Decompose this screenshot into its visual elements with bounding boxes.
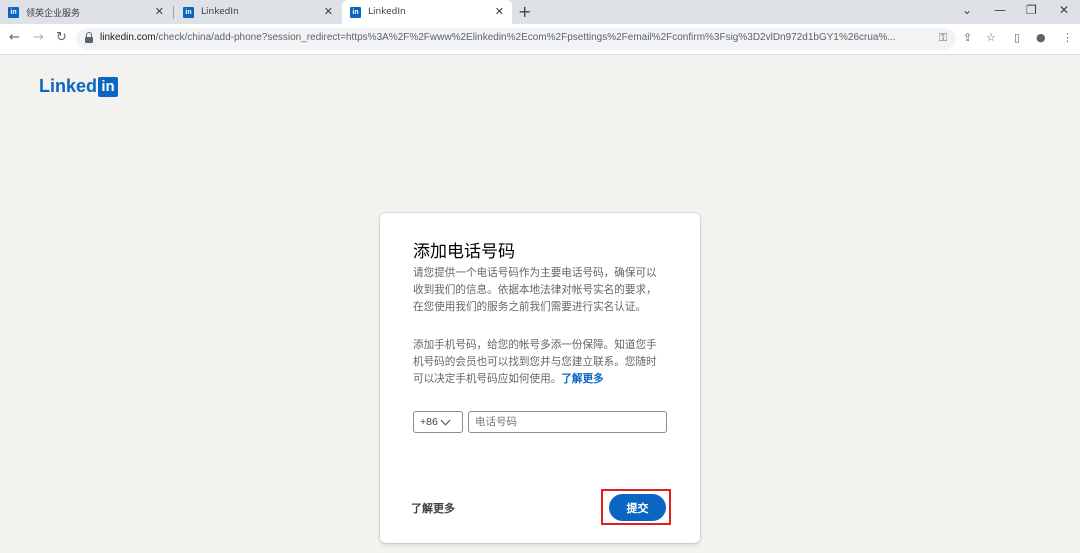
tab-linkedin-active[interactable]: in LinkedIn ✕ [342, 0, 512, 24]
tab-linkedin-1[interactable]: in LinkedIn ✕ [175, 0, 341, 24]
tab-strip: in 领英企业服务 ✕ in LinkedIn ✕ in LinkedIn ✕ … [0, 0, 1080, 24]
tab-title: LinkedIn [368, 7, 406, 17]
key-icon[interactable]: ⚿ [939, 31, 947, 45]
logo-text: Linked [39, 76, 98, 96]
submit-button[interactable]: 提交 [609, 494, 666, 521]
description-real-name: 请您提供一个电话号码作为主要电话号码，确保可以收到我们的信息。依据本地法律对帐号… [413, 267, 657, 313]
country-code-value: +86 [420, 416, 438, 428]
logo-in-badge: in [98, 76, 119, 97]
linkedin-favicon-icon: in [8, 6, 19, 18]
tab-separator [173, 6, 174, 19]
tab-lingying[interactable]: in 领英企业服务 ✕ [0, 0, 172, 24]
share-icon[interactable]: ⇪ [963, 31, 972, 44]
menu-icon[interactable]: ⋮ [1062, 31, 1073, 44]
linkedin-logo[interactable]: Linked in [39, 76, 119, 97]
close-tab-icon[interactable]: ✕ [155, 5, 164, 18]
linkedin-favicon-icon: in [183, 6, 194, 18]
linkedin-favicon-icon: in [350, 6, 361, 18]
page-title: 添加电话号码 [413, 242, 515, 262]
close-window-icon[interactable]: ✕ [1059, 3, 1069, 17]
description-phone-benefit: 添加手机号码，给您的帐号多添一份保障。知道您手机号码的会员也可以找到您并与您建立… [413, 339, 657, 385]
star-icon[interactable]: ☆ [986, 31, 996, 44]
add-phone-card: 添加电话号码 请您提供一个电话号码作为主要电话号码，确保可以收到我们的信息。依据… [380, 213, 700, 543]
restore-icon[interactable]: ❐ [1026, 3, 1037, 17]
side-panel-icon[interactable]: ▯ [1014, 31, 1020, 44]
lock-icon[interactable] [85, 32, 93, 43]
country-code-select[interactable]: +86 [413, 411, 463, 433]
phone-number-input[interactable] [468, 411, 667, 433]
tab-title: LinkedIn [201, 7, 239, 17]
close-tab-icon[interactable]: ✕ [495, 5, 504, 18]
tab-title: 领英企业服务 [26, 8, 81, 19]
tab-search-chevron-icon[interactable]: ⌄ [962, 3, 972, 17]
back-icon[interactable]: ← [9, 30, 20, 45]
inline-learn-more-link[interactable]: 了解更多 [561, 373, 603, 385]
minimize-icon[interactable]: — [994, 3, 1006, 17]
learn-more-link[interactable]: 了解更多 [411, 500, 455, 516]
reload-icon[interactable]: ↻ [56, 30, 67, 45]
new-tab-icon[interactable]: + [518, 2, 531, 21]
url-text[interactable]: linkedin.com/check/china/add-phone?sessi… [100, 32, 930, 43]
close-tab-icon[interactable]: ✕ [324, 5, 333, 18]
profile-icon[interactable]: ● [1036, 31, 1046, 44]
forward-icon[interactable]: → [33, 30, 44, 45]
address-bar[interactable]: linkedin.com/check/china/add-phone?sessi… [76, 28, 956, 50]
browser-toolbar: ← → ↻ linkedin.com/check/china/add-phone… [0, 24, 1080, 55]
chevron-down-icon [440, 415, 451, 426]
